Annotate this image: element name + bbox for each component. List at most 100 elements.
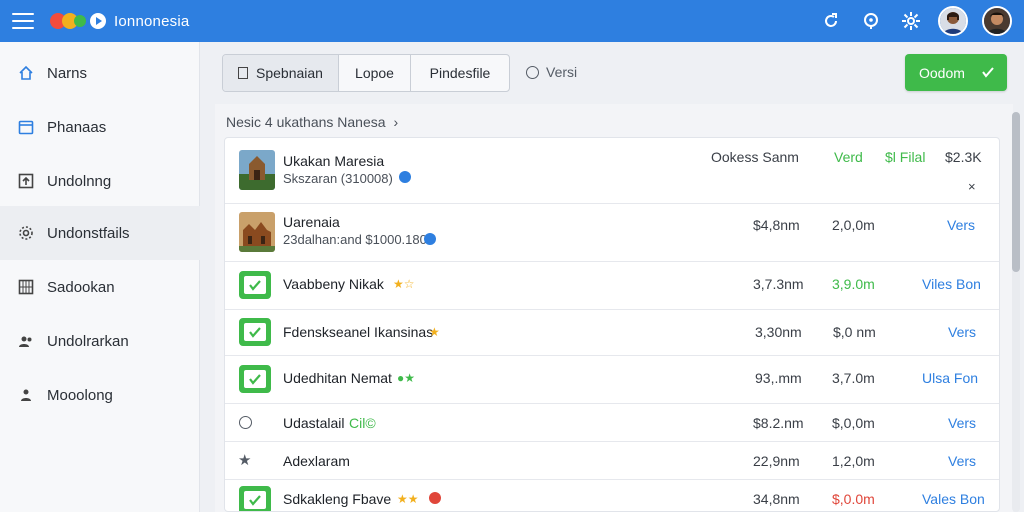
- tab-spebnaian[interactable]: Spebnaian: [223, 55, 339, 91]
- row-link[interactable]: Viles Bon: [922, 276, 981, 292]
- sidebar-item-label: Narns: [47, 64, 88, 82]
- row-value-1: 93,.mm: [755, 370, 802, 386]
- radio-icon[interactable]: [239, 416, 252, 429]
- checkbox-checked[interactable]: [239, 365, 271, 393]
- row-link[interactable]: Ulsa Fon: [922, 370, 978, 386]
- sidebar-item-label: Undolnng: [47, 172, 112, 190]
- location-icon[interactable]: [858, 8, 884, 34]
- sidebar-item-upload[interactable]: Undolnng: [0, 154, 200, 208]
- row-value-2: $,0,0m: [832, 415, 875, 431]
- app-brand: Ionnonesia: [114, 12, 190, 30]
- tab-lopoe[interactable]: Lopoe: [339, 55, 411, 91]
- versi-label: Versi: [546, 64, 578, 80]
- menu-icon[interactable]: [12, 13, 34, 29]
- user-avatar[interactable]: [938, 6, 968, 36]
- document-icon: [238, 67, 249, 79]
- col-header-2: Verd: [834, 149, 863, 165]
- team-icon: [17, 386, 35, 404]
- checkbox-checked[interactable]: [239, 486, 271, 511]
- top-app-bar: Ionnonesia: [0, 0, 1024, 42]
- home-icon: [17, 64, 35, 82]
- temple-thumbnail: [239, 150, 275, 190]
- row-link[interactable]: Vales Bon: [922, 491, 985, 507]
- star-icon: ●★: [397, 371, 416, 385]
- col-header-1: Ookess Sanm: [711, 149, 799, 165]
- list-item[interactable]: Sdkakleng Fbave ★★ 34,8nm $,0.0m Vales B…: [225, 480, 999, 511]
- row-title: Fdenskseanel Ikansinas: [283, 324, 434, 340]
- close-icon[interactable]: ×: [968, 179, 976, 194]
- row-subtitle: Skszaran (310008): [283, 171, 393, 186]
- tab-label: Pindesfile: [429, 65, 491, 81]
- tab-label: Spebnaian: [256, 65, 323, 81]
- list-item[interactable]: Uarenaia 23dalhan:and $1000.180 $4,8nm 2…: [225, 204, 999, 262]
- palace-thumbnail: [239, 212, 275, 252]
- breadcrumb[interactable]: Nesic 4 ukathans Nanesa ›: [226, 114, 398, 130]
- row-value-1: 34,8nm: [753, 491, 800, 507]
- checkbox-checked[interactable]: [239, 271, 271, 299]
- upload-icon: [17, 172, 35, 190]
- tab-label: Lopoe: [355, 65, 394, 81]
- row-title: Vaabbeny Nikak: [283, 276, 384, 292]
- star-outline-icon[interactable]: ★: [238, 451, 251, 469]
- sidebar-item-label: Undonstfails: [47, 224, 130, 242]
- primary-action-label: Oodom: [919, 64, 965, 81]
- grid-icon: [17, 278, 35, 296]
- star-icon: ★☆: [393, 277, 415, 291]
- row-value-2: 1,2,0m: [832, 453, 875, 469]
- versi-toggle[interactable]: Versi: [526, 64, 577, 80]
- calendar-icon: [17, 118, 35, 136]
- sidebar-item-calendar[interactable]: Phanaas: [0, 100, 200, 154]
- row-link[interactable]: Vers: [947, 217, 975, 233]
- row-value-2: 2,0,0m: [832, 217, 875, 233]
- item-list: Ukakan Maresia Skszaran (310008) Ookess …: [224, 137, 1000, 512]
- row-value-1: 3,30nm: [755, 324, 802, 340]
- secondary-avatar[interactable]: [982, 6, 1012, 36]
- sidebar-item-grid[interactable]: Sadookan: [0, 260, 200, 314]
- info-icon: [424, 233, 436, 245]
- sidebar-item-label: Undolrarkan: [47, 332, 129, 350]
- primary-action-button[interactable]: Oodom: [905, 54, 1007, 91]
- settings-icon[interactable]: [898, 8, 924, 34]
- row-value-1: $4,8nm: [753, 217, 800, 233]
- list-item[interactable]: Fdenskseanel Ikansinas ★ 3,30nm $,0 nm V…: [225, 310, 999, 356]
- col-header-4: $2.3K: [945, 149, 982, 165]
- sidebar-item-users[interactable]: Undolrarkan: [0, 314, 200, 368]
- row-link[interactable]: Vers: [948, 453, 976, 469]
- row-value-2: $,0 nm: [833, 324, 876, 340]
- row-title: Udastalail: [283, 415, 345, 431]
- list-item[interactable]: Udedhitan Nemat ●★ 93,.mm 3,7.0m Ulsa Fo…: [225, 356, 999, 404]
- list-item[interactable]: ★ Adexlaram 22,9nm 1,2,0m Vers: [225, 442, 999, 480]
- row-value-2: 3,7.0m: [832, 370, 875, 386]
- view-tabs: Spebnaian Lopoe Pindesfile: [222, 54, 510, 92]
- star-icon: ★: [429, 325, 440, 339]
- gear-icon: [17, 224, 35, 242]
- breadcrumb-text: Nesic 4 ukathans Nanesa: [226, 114, 386, 130]
- sidebar-item-home[interactable]: Narns: [0, 46, 200, 100]
- row-title: Udedhitan Nemat: [283, 370, 392, 386]
- row-title-badge: Cil©: [349, 415, 376, 431]
- app-logo[interactable]: Ionnonesia: [50, 13, 189, 30]
- refresh-icon[interactable]: [818, 8, 844, 34]
- row-link[interactable]: Vers: [948, 324, 976, 340]
- logo-dot-green: [74, 15, 86, 27]
- row-title: Ukakan Maresia: [283, 153, 385, 169]
- col-header-3: $l Filal: [885, 149, 926, 165]
- list-item[interactable]: Vaabbeny Nikak ★☆ 3,7.3nm 3,9.0m Viles B…: [225, 262, 999, 310]
- check-icon: [981, 65, 995, 82]
- checkbox-checked[interactable]: [239, 318, 271, 346]
- chevron-right-icon: ›: [393, 114, 399, 130]
- row-link[interactable]: Vers: [948, 415, 976, 431]
- row-value-2: 3,9.0m: [832, 276, 875, 292]
- row-value-1: 3,7.3nm: [753, 276, 804, 292]
- sidebar-item-settings[interactable]: Undonstfails: [0, 206, 200, 260]
- star-icon: ★★: [397, 492, 419, 506]
- tab-pindesfile[interactable]: Pindesfile: [411, 55, 509, 91]
- scrollbar-thumb[interactable]: [1012, 112, 1020, 272]
- sidebar-item-label: Mooolong: [47, 386, 113, 404]
- row-title: Sdkakleng Fbave: [283, 491, 392, 507]
- sidebar-item-team[interactable]: Mooolong: [0, 368, 200, 422]
- vertical-scrollbar[interactable]: [1012, 112, 1020, 512]
- users-icon: [17, 332, 35, 350]
- list-header-row[interactable]: Ukakan Maresia Skszaran (310008) Ookess …: [225, 138, 999, 204]
- list-item[interactable]: Udastalail Cil© $8.2.nm $,0,0m Vers: [225, 404, 999, 442]
